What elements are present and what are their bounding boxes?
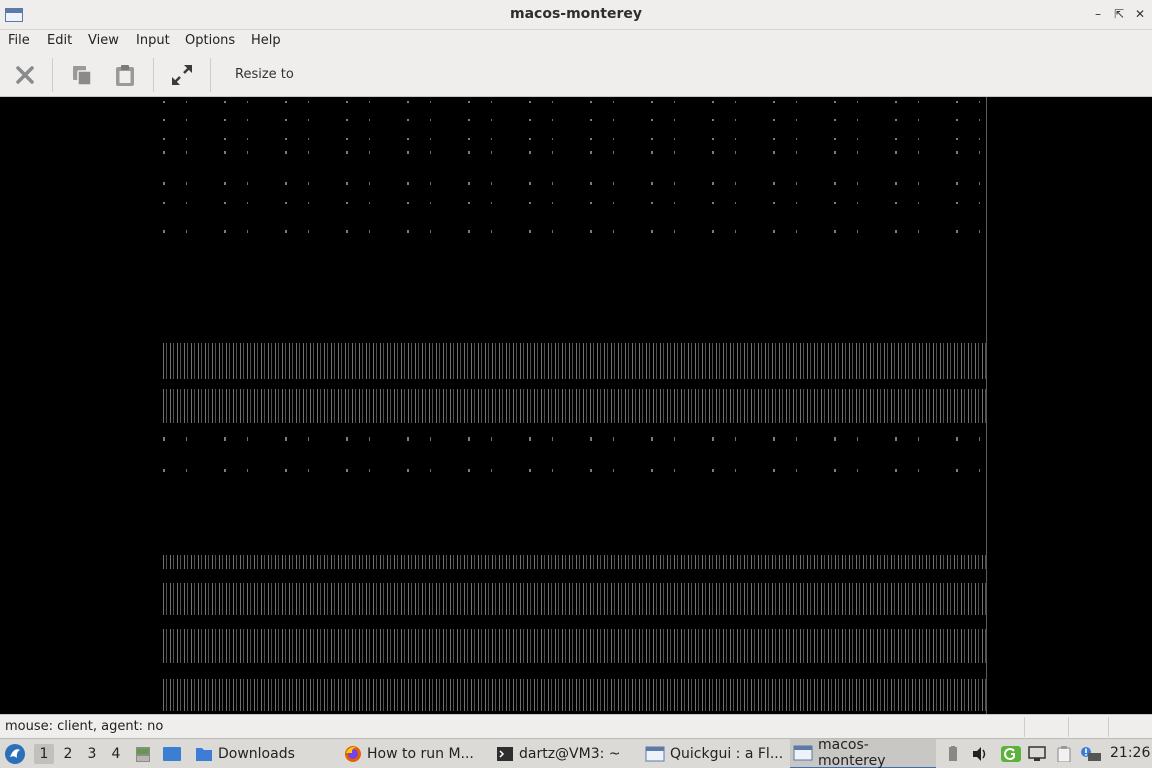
disconnect-button[interactable] <box>11 61 39 89</box>
notification-icon[interactable] <box>1080 746 1102 762</box>
window-icon <box>793 745 813 761</box>
task-label: Quickgui : a Fl... <box>670 746 784 762</box>
update-manager-icon[interactable] <box>1000 745 1022 763</box>
screen-artifact <box>163 583 986 615</box>
network-icon[interactable] <box>1028 746 1046 762</box>
screen-artifact <box>163 469 986 472</box>
workspace-2[interactable]: 2 <box>58 744 78 764</box>
toolbar-separator <box>210 58 211 92</box>
distro-logo-icon <box>5 744 25 764</box>
menu-edit[interactable]: Edit <box>47 33 72 48</box>
paste-icon <box>116 65 134 86</box>
screen-artifact <box>163 437 986 441</box>
fullscreen-button[interactable] <box>168 61 196 89</box>
screen-artifact <box>163 629 986 663</box>
status-cell <box>1024 717 1068 737</box>
workspace-3[interactable]: 3 <box>82 744 102 764</box>
window-title: macos-monterey <box>510 6 642 22</box>
file-cabinet-icon <box>136 747 150 762</box>
screen-artifact <box>163 679 986 711</box>
screen-artifact <box>163 555 986 569</box>
toolbar-separator <box>52 58 53 92</box>
menu-input[interactable]: Input <box>136 33 170 48</box>
volume-icon[interactable] <box>971 746 989 762</box>
status-message: mouse: client, agent: no <box>5 719 164 734</box>
show-desktop-button[interactable] <box>162 739 184 768</box>
screen-artifact <box>163 230 986 233</box>
menu-help[interactable]: Help <box>251 33 281 48</box>
workspace-4[interactable]: 4 <box>106 744 126 764</box>
task-label: macos-monterey <box>818 737 886 768</box>
battery-icon[interactable] <box>944 746 962 762</box>
workspace-1[interactable]: 1 <box>34 744 54 764</box>
expand-icon <box>172 65 192 85</box>
screen-artifact <box>163 119 986 121</box>
screen-edge <box>986 97 987 714</box>
resize-to-menu[interactable]: Resize to <box>235 67 294 82</box>
task-quickgui[interactable]: Quickgui : a Fl... <box>642 739 787 768</box>
status-cell <box>1068 717 1108 737</box>
maximize-button[interactable]: ⇱ <box>1111 6 1127 22</box>
menu-options[interactable]: Options <box>185 33 235 48</box>
minimize-button[interactable]: – <box>1090 6 1106 22</box>
menu-file[interactable]: File <box>8 33 30 48</box>
screen-artifact <box>163 138 986 140</box>
copy-button[interactable] <box>68 61 96 89</box>
copy-icon <box>73 66 92 86</box>
title-bar: macos-monterey – ⇱ ✕ <box>0 0 1152 30</box>
toolbar: Resize to <box>0 52 1152 97</box>
status-cell <box>1108 717 1152 737</box>
remote-display[interactable] <box>0 97 1152 714</box>
task-macos-monterey[interactable]: macos-monterey <box>790 737 936 768</box>
task-firefox[interactable]: How to run M... <box>340 739 485 768</box>
paste-button[interactable] <box>111 61 139 89</box>
screen-artifact <box>163 101 986 103</box>
file-manager-launcher[interactable] <box>134 739 154 768</box>
screen-artifact <box>163 202 986 204</box>
task-label: Downloads <box>218 746 295 762</box>
folder-icon <box>196 748 212 761</box>
task-downloads[interactable]: Downloads <box>192 739 332 768</box>
window-icon <box>645 746 665 762</box>
menu-bar: File Edit View Input Options Help <box>0 30 1152 52</box>
task-label: How to run M... <box>367 746 474 762</box>
firefox-icon <box>345 746 361 762</box>
close-window-button[interactable]: ✕ <box>1132 6 1148 22</box>
status-bar: mouse: client, agent: no <box>0 714 1152 738</box>
toolbar-separator <box>153 58 154 92</box>
task-terminal[interactable]: dartz@VM3: ~ <box>492 739 637 768</box>
screen-artifact <box>163 182 986 185</box>
menu-view[interactable]: View <box>88 33 119 48</box>
terminal-icon <box>497 747 513 761</box>
screen-artifact <box>163 151 986 154</box>
start-menu-button[interactable] <box>4 739 28 768</box>
taskbar: 1 2 3 4 Downloads How to run M... dartz@… <box>0 737 1152 768</box>
clock: 21:26 <box>1110 745 1151 761</box>
screen-artifact <box>163 389 986 423</box>
close-icon <box>16 66 34 84</box>
desktop-icon <box>163 747 181 761</box>
clipboard-icon[interactable] <box>1055 746 1073 762</box>
screen-artifact <box>163 343 986 379</box>
task-label: dartz@VM3: ~ <box>519 746 621 762</box>
